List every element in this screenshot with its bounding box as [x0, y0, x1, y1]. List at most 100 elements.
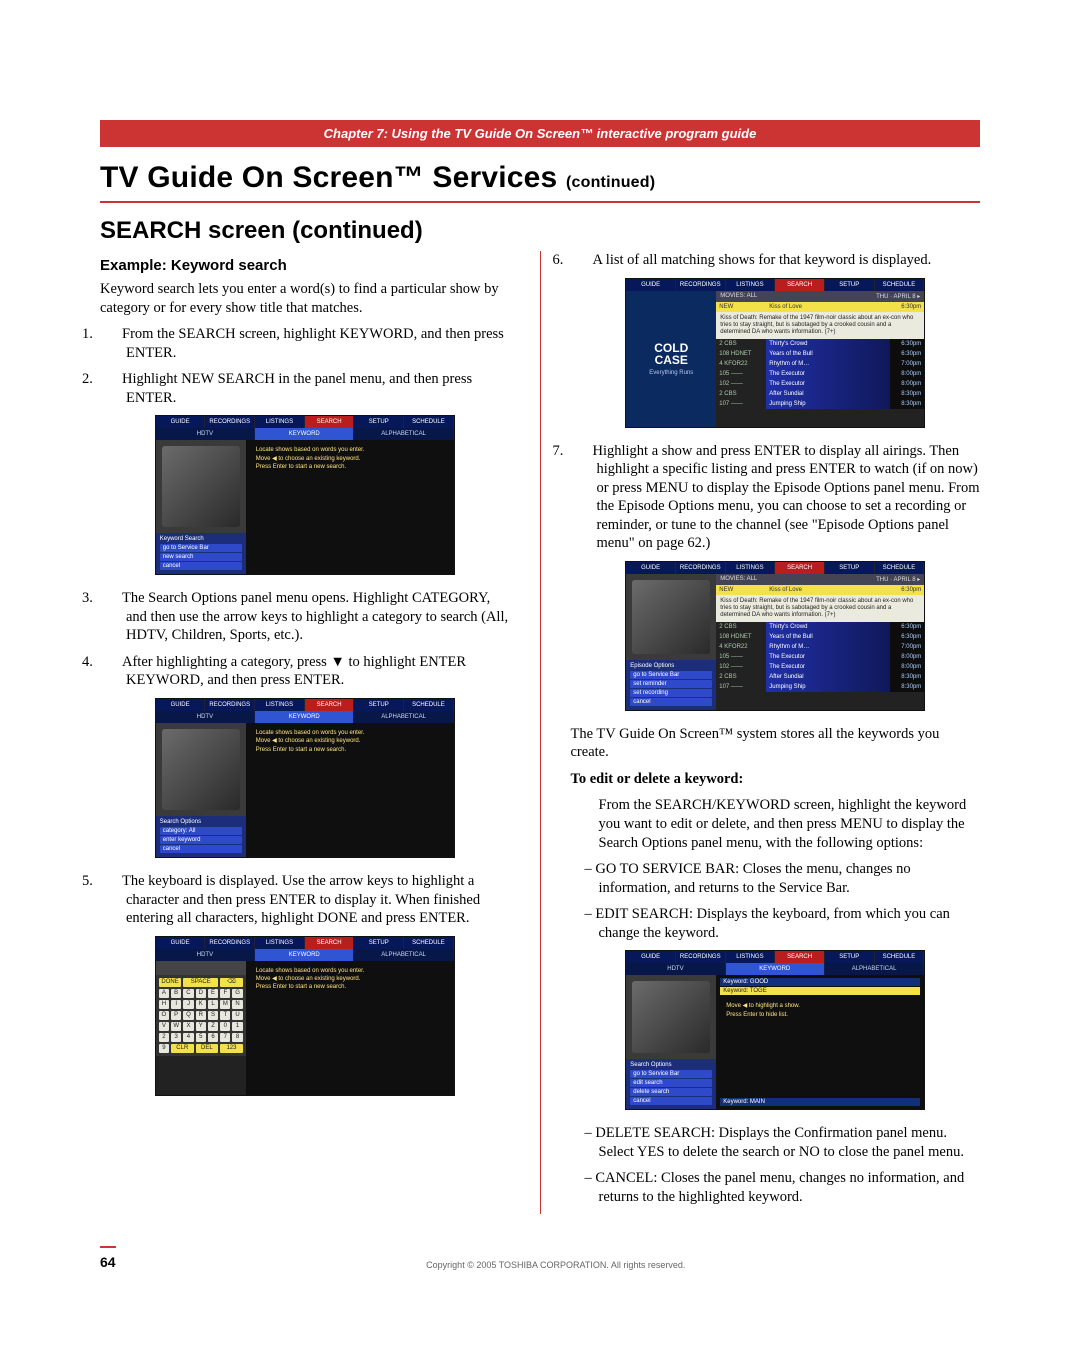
ss-hint: Press Enter to hide list. — [726, 1011, 914, 1019]
step-7: 7.Highlight a show and press ENTER to di… — [593, 442, 981, 553]
ss-tab: GUIDE — [626, 279, 676, 291]
saved-keyword: Keyword: GOOD — [720, 978, 920, 986]
ss-tab: LISTINGS — [726, 562, 776, 574]
result-row: 102 ——The Executor8:00pm — [716, 662, 924, 672]
ss-tab: SCHEDULE — [875, 951, 925, 963]
step-2-text: Highlight NEW SEARCH in the panel menu, … — [122, 371, 472, 406]
ss-tab-selected: SEARCH — [305, 699, 355, 711]
ss-subtab-selected: KEYWORD — [255, 428, 354, 440]
left-column: Example: Keyword search Keyword search l… — [100, 251, 510, 1214]
ss-hint: Locate shows based on words you enter. — [256, 446, 444, 454]
screenshot-episode-options: GUIDE RECORDINGS LISTINGS SEARCH SETUP S… — [625, 561, 925, 711]
ss-subtab: HDTV — [156, 711, 255, 723]
intro-paragraph: Keyword search lets you enter a word(s) … — [100, 280, 510, 317]
ss-panel-item: go to Service Bar — [160, 544, 242, 552]
ss-tab: SETUP — [354, 416, 404, 428]
ss-tab: SCHEDULE — [404, 416, 454, 428]
step-1: 1.From the SEARCH screen, highlight KEYW… — [122, 325, 510, 362]
selected-time: 6:30pm — [890, 585, 924, 595]
ss-panel-item: cancel — [630, 1097, 712, 1105]
result-row: 107 ——Jumping Ship8:30pm — [716, 399, 924, 409]
ss-tab: RECORDINGS — [205, 937, 255, 949]
ss-subtab: ALPHABETICAL — [354, 949, 453, 961]
column-divider — [540, 251, 541, 1214]
option-cancel: CANCEL: Closes the panel menu, changes n… — [599, 1169, 981, 1206]
copyright: Copyright © 2005 TOSHIBA CORPORATION. Al… — [132, 1260, 980, 1270]
section-heading: SEARCH screen (continued) — [100, 217, 980, 245]
screenshot-keyword-search-panel: GUIDE RECORDINGS LISTINGS SEARCH SETUP S… — [155, 415, 455, 575]
ss-tab: GUIDE — [156, 699, 206, 711]
ss-tab-selected: SEARCH — [775, 562, 825, 574]
result-row: 108 HDNETYears of the Bull6:30pm — [716, 349, 924, 359]
selected-title: Kiss of Love — [766, 302, 890, 312]
ss-tab-selected: SEARCH — [775, 951, 825, 963]
ss-tab: SCHEDULE — [875, 279, 925, 291]
step-1-text: From the SEARCH screen, highlight KEYWOR… — [122, 326, 504, 361]
ss-tab: RECORDINGS — [676, 951, 726, 963]
example-heading: Example: Keyword search — [100, 257, 510, 274]
ss-panel-title: Keyword Search — [160, 536, 242, 542]
page-title: TV Guide On Screen™ Services (continued) — [100, 161, 980, 195]
ss-panel-item: enter keyword — [160, 836, 242, 844]
page-title-continued: (continued) — [566, 174, 655, 191]
result-row: 2 CBSThirty's Crowd6:30pm — [716, 622, 924, 632]
ss-panel-item: delete search — [630, 1088, 712, 1096]
ss-tab: LISTINGS — [726, 279, 776, 291]
option-delete-search: DELETE SEARCH: Displays the Confirmation… — [599, 1124, 981, 1161]
ss-hint: Press Enter to start a new search. — [256, 983, 444, 991]
screenshot-matching-shows: GUIDE RECORDINGS LISTINGS SEARCH SETUP S… — [625, 278, 925, 428]
step-7-text: Highlight a show and press ENTER to disp… — [593, 443, 980, 552]
option-edit-search: EDIT SEARCH: Displays the keyboard, from… — [599, 905, 981, 942]
ss-hint: Move ◀ to choose an existing keyword. — [256, 975, 444, 983]
ss-preview-thumb — [156, 723, 246, 816]
ss-subtab: ALPHABETICAL — [825, 963, 924, 975]
page-footer: 64 Copyright © 2005 TOSHIBA CORPORATION.… — [100, 1246, 980, 1270]
ss-preview-thumb — [156, 440, 246, 533]
ss-subtab: HDTV — [156, 949, 255, 961]
ss-tab: RECORDINGS — [676, 562, 726, 574]
ss-panel-item: edit search — [630, 1079, 712, 1087]
ss-tab: LISTINGS — [255, 699, 305, 711]
ss-subtab-selected: KEYWORD — [255, 949, 354, 961]
result-row: 2 CBSAfter Sundial8:30pm — [716, 672, 924, 682]
edit-delete-heading: To edit or delete a keyword: — [571, 770, 981, 789]
screenshot-onscreen-keyboard: GUIDE RECORDINGS LISTINGS SEARCH SETUP S… — [155, 936, 455, 1096]
ss-tab: SCHEDULE — [875, 562, 925, 574]
result-row: 105 ——The Executor8:00pm — [716, 652, 924, 662]
movies-header: MOVIES: ALL — [720, 576, 757, 583]
ss-panel-item: cancel — [160, 845, 242, 853]
ss-tab-selected: SEARCH — [305, 937, 355, 949]
movies-date: THU · APRIL 8 ▸ — [876, 293, 920, 300]
ss-subtab: ALPHABETICAL — [354, 428, 453, 440]
movies-header: MOVIES: ALL — [720, 293, 757, 300]
screenshot-search-options-panel: GUIDE RECORDINGS LISTINGS SEARCH SETUP S… — [155, 698, 455, 858]
ss-hint: Press Enter to start a new search. — [256, 746, 444, 754]
cold-line1: COLD — [654, 342, 688, 354]
saved-keyword-selected: Keyword: TOGE — [720, 987, 920, 995]
result-row: 107 ——Jumping Ship8:30pm — [716, 682, 924, 692]
option-goto-service-bar: GO TO SERVICE BAR: Closes the menu, chan… — [599, 860, 981, 897]
ss-tab: SCHEDULE — [404, 699, 454, 711]
selected-title: Kiss of Love — [766, 585, 890, 595]
step-3-text: The Search Options panel menu opens. Hig… — [122, 590, 508, 643]
result-row: 2 CBSAfter Sundial8:30pm — [716, 389, 924, 399]
ss-tab: SCHEDULE — [404, 937, 454, 949]
ss-tab: LISTINGS — [255, 416, 305, 428]
step-5-text: The keyboard is displayed. Use the arrow… — [122, 873, 480, 926]
down-arrow-icon: ▼ — [330, 654, 344, 670]
ss-tab: LISTINGS — [726, 951, 776, 963]
page-number: 64 — [100, 1254, 116, 1270]
result-row: 4 KFOR22Rhythm of M…7:00pm — [716, 359, 924, 369]
ss-subtab-selected: KEYWORD — [255, 711, 354, 723]
ss-preview-thumb — [626, 975, 716, 1059]
result-row: 108 HDNETYears of the Bull6:30pm — [716, 632, 924, 642]
step-2: 2.Highlight NEW SEARCH in the panel menu… — [122, 370, 510, 407]
ss-keyboard: DONESPACE⌫ ABCDEFG HIJKLMN OPQRSTU VWXYZ… — [156, 975, 246, 1056]
page-title-main: TV Guide On Screen™ Services — [100, 161, 566, 194]
ss-panel-item: cancel — [160, 562, 242, 570]
ss-subtab-selected: KEYWORD — [726, 963, 825, 975]
saved-keyword: Keyword: MAIN — [720, 1098, 920, 1106]
screenshot-search-options-keyword-list: GUIDE RECORDINGS LISTINGS SEARCH SETUP S… — [625, 950, 925, 1110]
ss-subtab: HDTV — [156, 428, 255, 440]
ss-tab: SETUP — [825, 562, 875, 574]
